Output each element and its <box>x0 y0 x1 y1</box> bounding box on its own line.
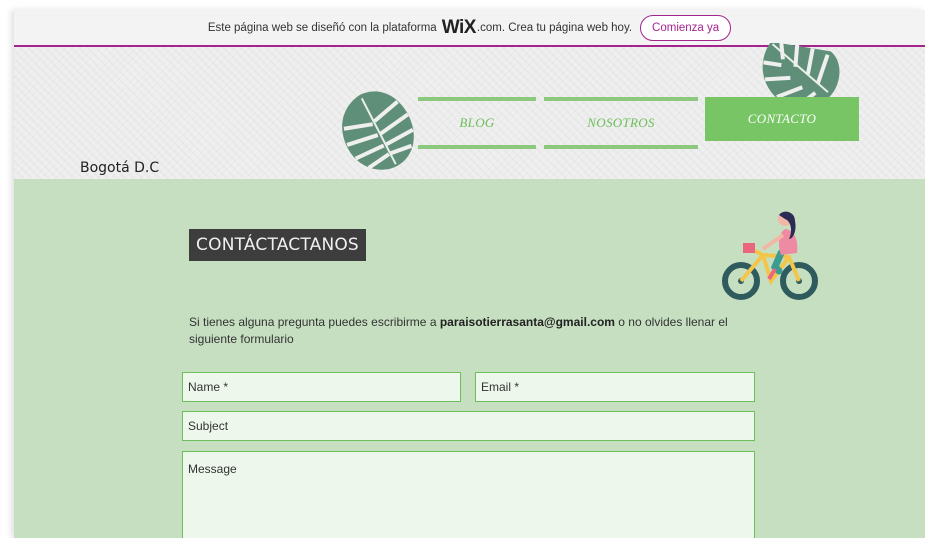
intro-text: Si tienes alguna pregunta puedes escribi… <box>189 315 437 329</box>
name-field[interactable]: Name * <box>182 372 461 402</box>
nav-item-nosotros[interactable]: NOSOTROS <box>544 97 698 149</box>
woman-on-bicycle-icon <box>722 211 818 300</box>
site-frame: Este página web se diseñó con la platafo… <box>14 10 925 538</box>
subject-field[interactable]: Subject <box>182 411 755 441</box>
wix-banner-text-after: .com. Crea tu página web hoy. <box>476 21 633 34</box>
start-now-button[interactable]: Comienza ya <box>640 14 732 41</box>
contact-email[interactable]: paraisotierrasanta@gmail.com <box>440 315 615 329</box>
wix-banner-text: Este página web se diseñó con la platafo… <box>207 21 437 34</box>
site-header: BLOG NOSOTROS CONTACTO Bogotá D.C <box>14 43 925 179</box>
email-field[interactable]: Email * <box>475 372 755 402</box>
nav-item-blog[interactable]: BLOG <box>418 97 536 149</box>
monstera-leaf-icon <box>342 91 414 170</box>
page-title: CONTÁCTACTANOS <box>189 229 366 261</box>
nav-item-contacto[interactable]: CONTACTO <box>705 97 859 141</box>
contact-section: CONTÁCTACTANOS Si tienes alguna pregunta… <box>14 179 925 538</box>
wix-logo: WiX <box>441 16 477 38</box>
wix-banner: Este página web se diseñó con la platafo… <box>14 10 925 47</box>
contact-intro: Si tienes alguna pregunta puedes escribi… <box>189 314 749 348</box>
message-field[interactable]: Message <box>182 451 755 538</box>
location-label: Bogotá D.C <box>80 160 160 176</box>
